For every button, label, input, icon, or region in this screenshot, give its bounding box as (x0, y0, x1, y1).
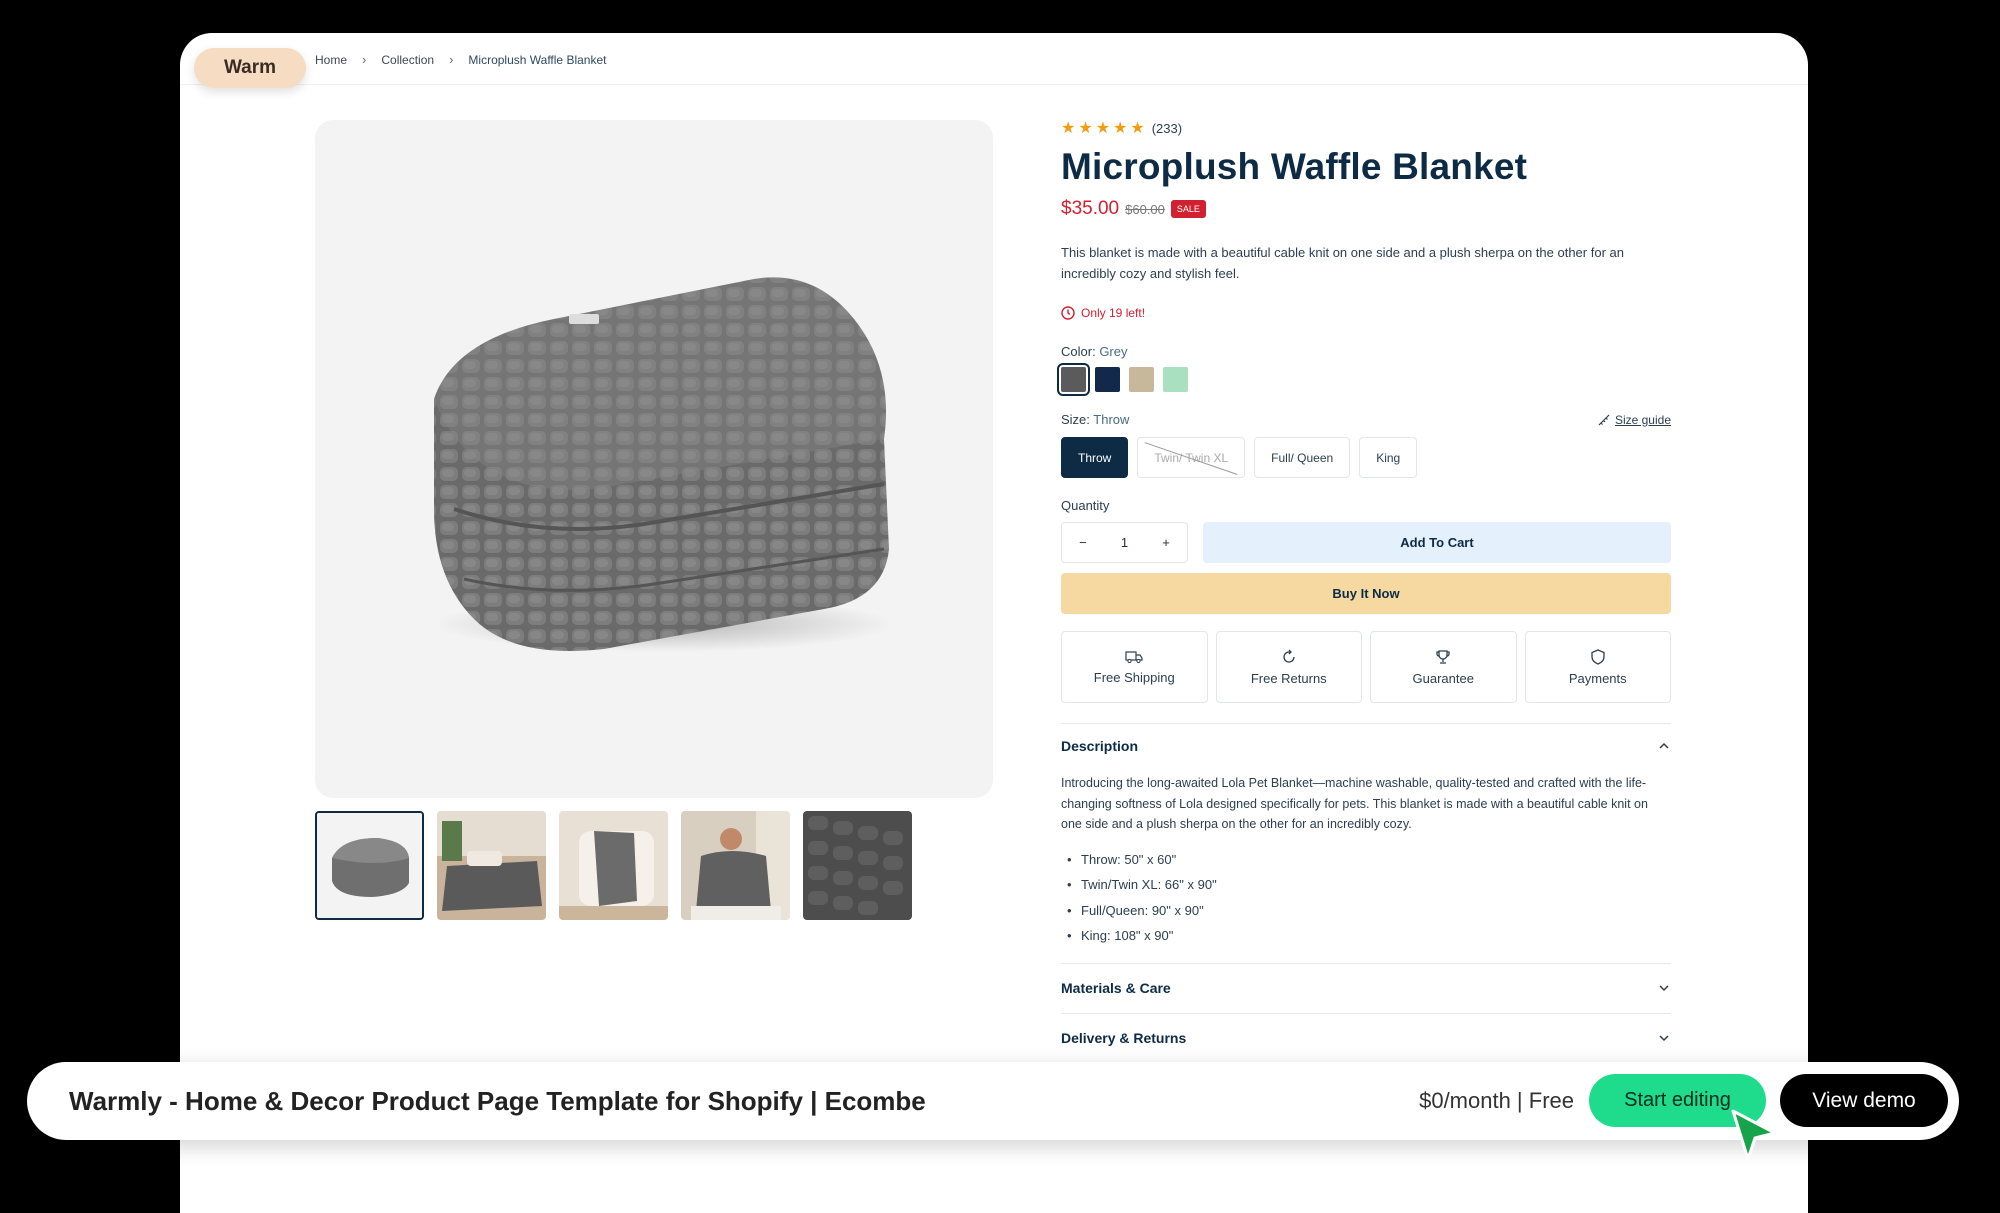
star-icon: ★ (1113, 120, 1128, 137)
swatch-beige[interactable] (1129, 367, 1154, 392)
accordion-delivery[interactable]: Delivery & Returns (1061, 1012, 1671, 1063)
brand-pill[interactable]: Warm (194, 48, 306, 88)
top-bar: Warm Home › Collection › Microplush Waff… (180, 33, 1808, 88)
add-to-cart-button[interactable]: Add To Cart (1203, 522, 1671, 563)
size-full-queen[interactable]: Full/ Queen (1254, 437, 1351, 478)
view-demo-button[interactable]: View demo (1780, 1074, 1948, 1127)
thumbnail-strip (315, 811, 912, 920)
thumbnail-1[interactable] (315, 811, 424, 920)
minus-icon[interactable]: − (1079, 535, 1087, 550)
size-list: Throw: 50" x 60" Twin/Twin XL: 66" x 90"… (1061, 847, 1671, 949)
clock-icon (1061, 306, 1075, 320)
product-title: Microplush Waffle Blanket (1061, 146, 1528, 187)
list-item: Throw: 50" x 60" (1061, 847, 1671, 873)
chevron-right-icon: › (449, 52, 454, 67)
thumbnail-4[interactable] (681, 811, 790, 920)
quantity-label: Quantity (1061, 498, 1110, 513)
star-icon: ★ (1078, 120, 1093, 137)
feature-returns: Free Returns (1215, 631, 1362, 703)
ruler-icon (1598, 414, 1610, 425)
refresh-icon (1283, 649, 1295, 663)
blanket-image (434, 277, 894, 652)
color-value: Grey (1099, 344, 1128, 359)
star-icon: ★ (1095, 120, 1111, 137)
thumbnail-2[interactable] (437, 811, 546, 920)
size-label: Size: Throw (1061, 412, 1130, 427)
swatch-navy[interactable] (1095, 367, 1120, 392)
size-options: Throw Twin/ Twin XL Full/ Queen King (1061, 437, 1671, 478)
swatch-grey[interactable] (1057, 363, 1090, 396)
size-value: Throw (1093, 412, 1130, 427)
feature-payments: Payments (1524, 631, 1671, 703)
banner-title: Warmly - Home & Decor Product Page Templ… (69, 1086, 926, 1116)
chevron-down-icon (1659, 985, 1669, 992)
buy-now-button[interactable]: Buy It Now (1061, 573, 1671, 614)
stock-warning: Only 19 left! (1061, 306, 1671, 320)
breadcrumb-current: Microplush Waffle Blanket (468, 52, 607, 67)
color-swatches (1057, 363, 1671, 396)
quantity-value[interactable]: 1 (1121, 535, 1128, 550)
breadcrumb: Home › Collection › Microplush Waffle Bl… (315, 52, 606, 67)
star-icon: ★ (1061, 120, 1076, 137)
size-guide-link[interactable]: Size guide (1597, 413, 1671, 427)
accordion-description: Description Introducing the long-awaited… (1061, 723, 1671, 949)
plus-icon[interactable]: + (1162, 535, 1170, 550)
breadcrumb-home[interactable]: Home (315, 53, 347, 67)
template-banner: Warmly - Home & Decor Product Page Templ… (27, 1062, 1959, 1140)
sale-badge: SALE (1170, 200, 1206, 218)
color-label: Color: Grey (1061, 344, 1128, 359)
list-item: Twin/Twin XL: 66" x 90" (1061, 872, 1671, 898)
shield-icon (1591, 648, 1605, 665)
accordion-materials[interactable]: Materials & Care (1061, 962, 1671, 1013)
main-product-image[interactable] (315, 120, 993, 798)
accordion-description-header[interactable]: Description (1061, 738, 1671, 754)
breadcrumb-collection[interactable]: Collection (381, 53, 434, 67)
product-description: This blanket is made with a beautiful ca… (1061, 245, 1624, 281)
size-king[interactable]: King (1359, 437, 1418, 478)
product-page: Warm Home › Collection › Microplush Waff… (180, 33, 1808, 1213)
cursor-pointer-icon (1731, 1109, 1777, 1161)
star-icon: ★ (1130, 120, 1145, 137)
feature-guarantee: Guarantee (1370, 631, 1517, 703)
rating[interactable]: ★ ★ ★ ★ ★ (233) (1061, 118, 1671, 138)
sale-price: $35.00 (1061, 198, 1120, 219)
thumbnail-5[interactable] (803, 811, 912, 920)
quantity-stepper: − 1 + (1061, 522, 1188, 563)
price-row: $35.00 $60.00 SALE (1061, 198, 1671, 220)
thumbnail-3[interactable] (559, 811, 668, 920)
truck-icon (1125, 650, 1143, 663)
chevron-down-icon (1659, 1035, 1669, 1042)
list-item: King: 108" x 90" (1061, 923, 1671, 949)
swatch-mint[interactable] (1163, 367, 1188, 392)
banner-price: $0/month | Free (1419, 1088, 1574, 1113)
product-info: ★ ★ ★ ★ ★ (233) Microplush Waffle Blanke… (1057, 118, 1671, 1063)
cart-row: − 1 + Add To Cart (1061, 522, 1671, 563)
size-twin[interactable]: Twin/ Twin XL (1137, 437, 1246, 478)
description-body: Introducing the long-awaited Lola Pet Bl… (1061, 776, 1648, 831)
chevron-right-icon: › (362, 52, 367, 67)
chevron-up-icon (1659, 742, 1669, 749)
list-item: Full/Queen: 90" x 90" (1061, 898, 1671, 924)
size-throw[interactable]: Throw (1061, 437, 1129, 478)
compare-price: $60.00 (1125, 201, 1165, 217)
feature-shipping: Free Shipping (1061, 631, 1208, 703)
trophy-icon (1436, 649, 1450, 664)
feature-badges: Free Shipping Free Returns Guarantee Pay… (1061, 631, 1671, 703)
review-count: (233) (1151, 120, 1183, 136)
size-row: Size: Throw Size guide (1061, 412, 1671, 427)
stock-text: Only 19 left! (1081, 306, 1146, 320)
